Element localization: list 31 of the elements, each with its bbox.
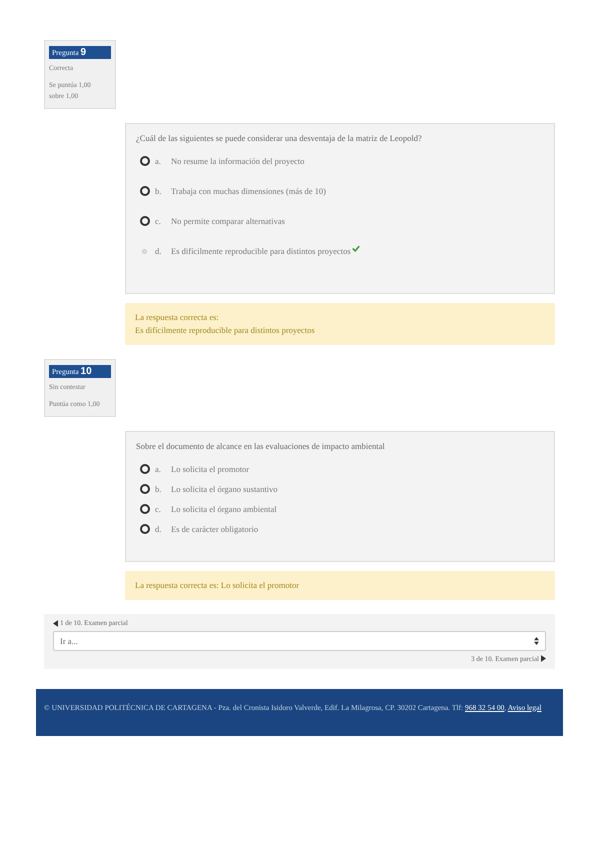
option-text: No resume la información del proyecto	[171, 155, 304, 167]
option-letter: c.	[155, 215, 162, 227]
radio-button[interactable]	[140, 524, 150, 534]
option-letter: a.	[155, 463, 162, 475]
option-letter: a.	[155, 155, 162, 167]
radio-button[interactable]	[140, 216, 150, 226]
question-text: Sobre el documento de alcance en las evaluaciones de impacto ambiental	[136, 441, 386, 451]
right-triangle-icon	[541, 655, 546, 662]
radio-button[interactable]	[140, 484, 150, 494]
up-down-arrow-icon	[534, 636, 539, 644]
radio-button[interactable]	[140, 156, 150, 166]
correct-answer-feedback: La respuesta correcta es: Lo solicita el promotor	[125, 571, 555, 600]
correct-answer-feedback: La respuesta correcta es: Es difícilmente reproducible para distintos proyectos	[125, 303, 555, 345]
radio-button[interactable]	[140, 186, 150, 196]
radio-button[interactable]	[140, 504, 150, 514]
option-text: Lo solicita el órgano ambiental	[171, 503, 277, 515]
option-text: No permite comparar alternativas	[171, 215, 285, 227]
left-triangle-icon	[53, 620, 58, 626]
option-text: Es de carácter obligatorio	[171, 523, 258, 535]
option-text: Es difícilmente reproducible para distintos proyectos	[171, 245, 351, 257]
option-text: Lo solicita el promotor	[171, 463, 250, 475]
option-letter: b.	[155, 483, 162, 495]
option-text: Trabaja con muchas dimensiones (más de 10)	[171, 185, 326, 197]
option-letter: b.	[155, 185, 162, 197]
option-letter: d.	[155, 523, 162, 535]
option-letter: c.	[155, 503, 162, 515]
radio-button[interactable]	[140, 464, 150, 474]
jump-select[interactable]: Ir a...	[53, 630, 546, 650]
option-letter: d.	[155, 245, 162, 257]
question-text: ¿Cuál de las siguientes se puede considerar una desventaja de la matriz de Leopold?	[136, 133, 423, 143]
option-text: Lo solicita el órgano sustantivo	[171, 483, 278, 495]
